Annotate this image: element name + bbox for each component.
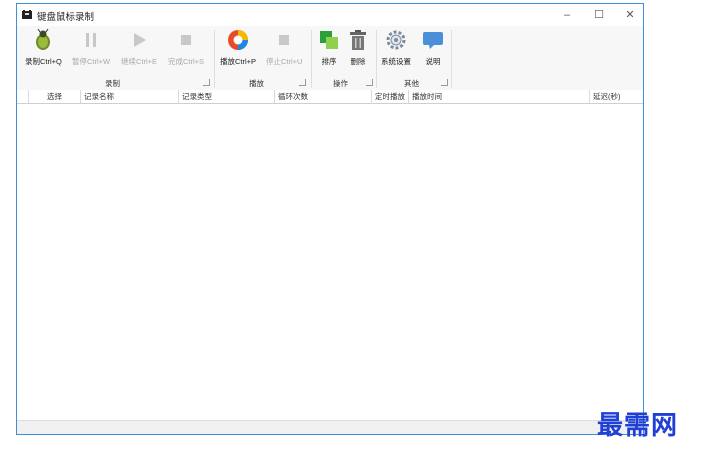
- group-label-record: 录制: [105, 79, 120, 88]
- group-launcher-icon[interactable]: [299, 79, 306, 86]
- finish-button[interactable]: 完成Ctrl+S: [168, 29, 204, 67]
- table-header: 选择 记录名称 记录类型 循环次数 定时播放 播放时间 延迟(秒): [17, 90, 643, 104]
- continue-button[interactable]: 继续Ctrl+E: [121, 29, 157, 67]
- group-separator: [214, 30, 215, 88]
- group-label-play: 播放: [249, 79, 264, 88]
- header-delay[interactable]: 延迟(秒): [590, 90, 643, 103]
- header-select[interactable]: 选择: [29, 90, 81, 103]
- header-row-marker: [17, 90, 29, 103]
- settings-button[interactable]: 系统设置: [381, 29, 411, 67]
- record-bug-icon: [36, 28, 51, 50]
- minimize-button[interactable]: –: [552, 6, 582, 24]
- trash-icon: [350, 30, 366, 50]
- ribbon-toolbar: 录制Ctrl+Q 暂停Ctrl+W 继续Ctrl+E 完成Ctrl+S 录制 播…: [17, 26, 643, 91]
- gear-icon: [386, 30, 406, 50]
- title-bar[interactable]: 键盘鼠标录制 – ☐ ✕: [17, 4, 643, 26]
- header-type[interactable]: 记录类型: [179, 90, 275, 103]
- sort-stack-icon: [320, 31, 338, 49]
- header-loops[interactable]: 循环次数: [275, 90, 372, 103]
- app-icon: [22, 10, 32, 19]
- record-button[interactable]: 录制Ctrl+Q: [25, 28, 62, 67]
- group-launcher-icon[interactable]: [203, 79, 210, 86]
- group-launcher-icon[interactable]: [441, 79, 448, 86]
- pause-icon: [86, 33, 97, 47]
- play-button[interactable]: 播放Ctrl+P: [220, 29, 256, 67]
- maximize-button[interactable]: ☐: [584, 6, 614, 24]
- close-button[interactable]: ✕: [615, 6, 645, 24]
- delete-button[interactable]: 删除: [347, 29, 369, 67]
- records-table-body[interactable]: [17, 104, 643, 420]
- play-triangle-icon: [134, 33, 147, 47]
- play-disc-icon: [228, 30, 249, 50]
- stop-square-icon: [181, 35, 192, 45]
- group-separator: [311, 30, 312, 88]
- stop-square-icon: [279, 35, 290, 45]
- help-button[interactable]: 说明: [422, 29, 444, 67]
- pause-button[interactable]: 暂停Ctrl+W: [72, 29, 110, 67]
- group-label-other: 其他: [404, 79, 419, 88]
- horizontal-scrollbar[interactable]: [17, 420, 643, 434]
- group-label-operate: 操作: [333, 79, 348, 88]
- stop-button[interactable]: 停止Ctrl+U: [266, 29, 302, 67]
- header-name[interactable]: 记录名称: [81, 90, 179, 103]
- group-separator: [376, 30, 377, 88]
- header-timed[interactable]: 定时播放: [372, 90, 409, 103]
- header-time[interactable]: 播放时间: [409, 90, 590, 103]
- group-launcher-icon[interactable]: [366, 79, 373, 86]
- group-separator: [451, 30, 452, 88]
- speech-bubble-icon: [423, 32, 443, 49]
- app-window: 键盘鼠标录制 – ☐ ✕ 录制Ctrl+Q 暂停Ctrl+W 继续Ctrl+E …: [16, 3, 644, 435]
- window-title: 键盘鼠标录制: [37, 12, 95, 23]
- watermark-text: 最需网: [597, 411, 679, 441]
- sort-button[interactable]: 排序: [318, 29, 340, 67]
